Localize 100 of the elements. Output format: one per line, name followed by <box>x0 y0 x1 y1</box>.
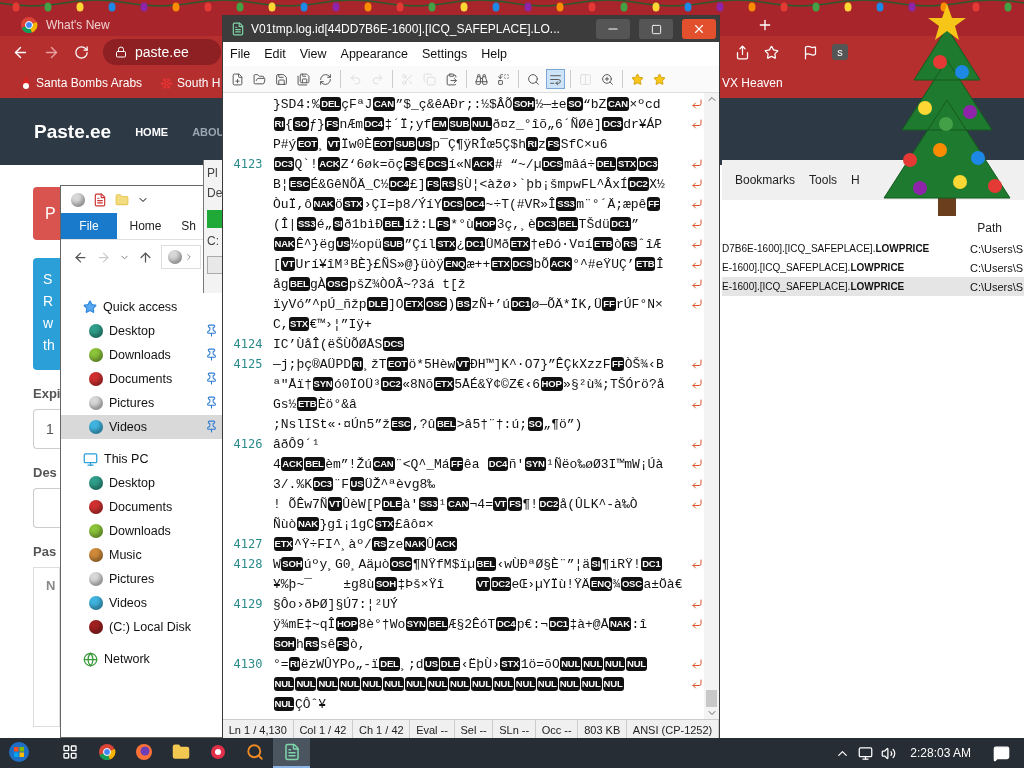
tree-item[interactable]: Network <box>61 647 222 671</box>
code-text: SfC×u6 <box>560 136 608 152</box>
control-char-badge: STX <box>436 237 457 251</box>
volume-icon[interactable] <box>881 745 897 761</box>
pin-icon[interactable] <box>205 324 218 337</box>
page-button[interactable]: P <box>33 187 60 240</box>
pin-icon[interactable] <box>205 396 218 409</box>
tree-item[interactable]: Downloads <box>61 343 222 367</box>
extension-icon[interactable]: s <box>832 44 848 60</box>
menu-item[interactable]: Bookmarks <box>735 173 796 187</box>
tree-item[interactable]: Pictures <box>61 567 222 591</box>
control-char-badge: BEL <box>289 277 310 291</box>
share-icon[interactable] <box>735 44 750 60</box>
control-char-badge: DCS <box>426 157 448 171</box>
word-wrap-button[interactable] <box>546 69 565 89</box>
minimize-button[interactable] <box>596 19 630 39</box>
scroll-thumb[interactable] <box>706 690 717 707</box>
up-icon[interactable] <box>138 249 153 265</box>
new-tab-icon[interactable] <box>757 17 773 33</box>
tree-item[interactable]: Videos <box>61 591 222 615</box>
app-icon[interactable] <box>208 743 227 761</box>
pin-icon[interactable] <box>205 348 218 361</box>
bookmark-link[interactable]: VX Heaven <box>722 76 783 90</box>
wrap-arrow-icon <box>691 298 703 310</box>
control-char-badge: VT <box>326 137 341 151</box>
code-text: ^Ÿ÷FI^¸àº/ <box>293 536 372 552</box>
pin-icon[interactable] <box>205 420 218 433</box>
control-char-badge: SS3 <box>418 497 439 511</box>
chrome-icon[interactable] <box>20 16 38 34</box>
dialog-button[interactable] <box>207 256 223 274</box>
bookmark-link[interactable]: South H <box>177 76 221 90</box>
menu-item[interactable]: Edit <box>264 47 286 61</box>
file-row[interactable]: E-1600].[ICQ_SAFEPLACE].LOWPRICE C:\Users\S <box>722 258 1024 277</box>
back-icon[interactable] <box>73 249 88 265</box>
reload-icon[interactable] <box>74 44 89 60</box>
tree-item[interactable]: (C:) Local Disk <box>61 615 222 639</box>
menu-item[interactable]: Appearance <box>340 47 408 61</box>
menu-item[interactable]: Tools <box>809 173 838 187</box>
control-char-badge: NUL <box>626 657 647 671</box>
ribbon-tab[interactable]: File <box>61 213 117 239</box>
file-row[interactable]: E-1600].[ICQ_SAFEPLACE].LOWPRICE C:\Users\S <box>722 277 1024 296</box>
control-char-badge: RI <box>273 117 285 131</box>
notepad-icon[interactable] <box>282 743 301 761</box>
ribbon-tab[interactable]: Sh <box>174 213 203 239</box>
control-char-badge: ETB <box>593 237 614 251</box>
maximize-button[interactable] <box>639 19 673 39</box>
tree-item[interactable]: Documents <box>61 367 222 391</box>
column-header[interactable]: Path <box>977 221 1002 235</box>
menu-item[interactable]: View <box>299 47 327 61</box>
nav-link[interactable]: HOME <box>135 125 169 138</box>
file-row[interactable]: D7B6E-1600].[ICQ_SAFEPLACE].LOWPRICE C:\Users\S <box>722 239 1024 258</box>
properties-icon[interactable] <box>93 192 107 207</box>
flag-icon[interactable] <box>803 44 818 60</box>
control-char-badge: VT <box>455 357 470 371</box>
tree-item[interactable]: This PC <box>61 447 222 471</box>
close-button[interactable] <box>682 19 716 39</box>
control-char-badge: DLE <box>367 297 388 311</box>
folder-icon[interactable] <box>171 743 190 761</box>
code-text: ò, <box>350 636 366 652</box>
address-bar[interactable] <box>161 245 201 269</box>
firefox-icon[interactable] <box>134 743 153 761</box>
code-text: ø—ÕÄ*ÏK,Ü <box>531 296 602 312</box>
columns-icon <box>579 72 592 86</box>
control-char-badge: DCS <box>382 337 405 351</box>
tree-item[interactable]: Desktop <box>61 319 222 343</box>
tab-title[interactable]: What's New <box>46 18 110 32</box>
clock[interactable]: 2:28:03 AM <box>910 746 971 760</box>
network-icon[interactable] <box>858 745 874 761</box>
tree-item[interactable]: Downloads <box>61 519 222 543</box>
task-view-icon[interactable] <box>61 744 78 760</box>
search-icon[interactable] <box>245 743 264 761</box>
code-text: € <box>417 156 426 172</box>
code-text: nÆm <box>339 116 363 132</box>
tree-item[interactable]: Quick access <box>61 295 222 319</box>
tree-item[interactable]: Desktop <box>61 471 222 495</box>
tree-item[interactable]: Videos <box>61 415 222 439</box>
site-logo[interactable]: Paste.ee <box>34 120 112 143</box>
control-char-badge: SS3 <box>296 217 317 231</box>
control-char-badge: EOT <box>372 137 394 151</box>
menu-item[interactable]: Help <box>481 47 507 61</box>
chrome-icon[interactable] <box>97 743 116 761</box>
star-icon <box>83 300 97 314</box>
tree-item[interactable]: Music <box>61 543 222 567</box>
tree-item[interactable]: Documents <box>61 495 222 519</box>
bookmark-link[interactable]: Santa Bombs Arabs <box>36 76 143 90</box>
ribbon-tab[interactable]: Home <box>117 213 174 239</box>
pin-icon[interactable] <box>205 372 218 385</box>
menu-item[interactable]: Settings <box>422 47 468 61</box>
wrap-arrow-icon <box>691 398 703 410</box>
scrollbar[interactable] <box>704 93 719 719</box>
address-bar[interactable]: paste.ee <box>103 39 221 65</box>
menu-item[interactable]: H <box>851 173 860 187</box>
control-char-badge: DC4 <box>389 177 410 191</box>
notification-icon[interactable] <box>993 744 1010 762</box>
control-char-badge: SYN <box>524 457 546 471</box>
menu-item[interactable]: File <box>230 47 251 61</box>
copy-icon <box>423 72 436 86</box>
bookmark-star-icon[interactable] <box>764 44 779 60</box>
tree-item[interactable]: Pictures <box>61 391 222 415</box>
code-text: sê <box>319 636 336 652</box>
